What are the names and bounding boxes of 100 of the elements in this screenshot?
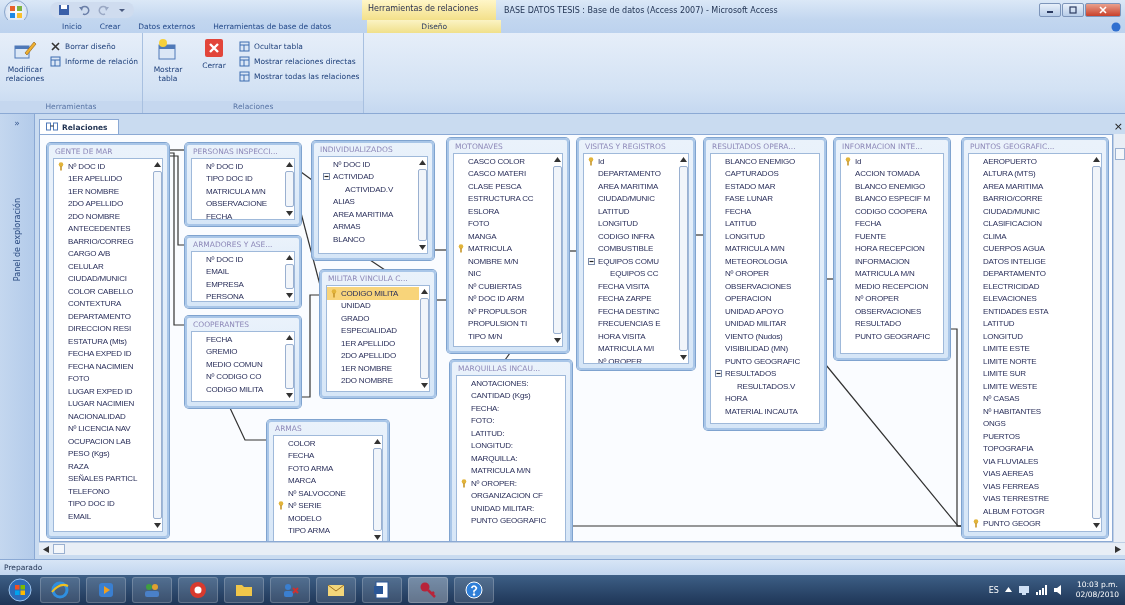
field-row[interactable]: LATITUD bbox=[584, 205, 678, 218]
field-row[interactable]: FASE LUNAR bbox=[711, 192, 819, 205]
scroll-bar[interactable] bbox=[552, 154, 562, 346]
scroll-bar[interactable] bbox=[284, 252, 294, 301]
field-row[interactable]: FOTO bbox=[454, 217, 552, 230]
field-row[interactable]: UNIDAD MILITAR: bbox=[457, 502, 565, 515]
field-row[interactable]: OPERACION bbox=[711, 292, 819, 305]
field-row[interactable]: VIAS FERREAS bbox=[969, 480, 1091, 493]
field-row[interactable]: LONGITUD bbox=[711, 230, 819, 243]
field-row[interactable]: FUENTE bbox=[841, 230, 943, 243]
field-row[interactable]: CODIGO COOPERA bbox=[841, 205, 943, 218]
field-row[interactable]: Nº DOC ID bbox=[192, 253, 284, 266]
scroll-bar[interactable] bbox=[284, 332, 294, 401]
field-row[interactable]: ORGANIZACION CF bbox=[457, 489, 565, 502]
field-row[interactable]: EQUIPOS COMU bbox=[584, 255, 678, 268]
people-icon[interactable] bbox=[132, 577, 172, 603]
field-row[interactable]: DEPARTAMENTO bbox=[54, 310, 152, 323]
field-row[interactable]: 2DO NOMBRE bbox=[327, 374, 419, 387]
field-row[interactable]: GRADO bbox=[327, 312, 419, 325]
field-row[interactable]: HORA VISITA bbox=[584, 330, 678, 343]
field-row[interactable]: MARCA bbox=[274, 474, 372, 487]
field-row[interactable]: ALIAS bbox=[319, 195, 417, 208]
undo-icon[interactable] bbox=[78, 4, 90, 16]
field-row[interactable]: FECHA: bbox=[457, 402, 565, 415]
field-row[interactable]: ESPECIALIDAD bbox=[327, 324, 419, 337]
field-row[interactable]: COLOR CABELLO bbox=[54, 285, 152, 298]
field-row[interactable]: PESO (Kgs) bbox=[54, 447, 152, 460]
field-row[interactable]: TIPO DOC ID bbox=[192, 172, 284, 185]
field-row[interactable]: LONGITUD bbox=[969, 330, 1091, 343]
field-row[interactable]: Nº DOC ID bbox=[54, 160, 152, 173]
field-row[interactable]: Nº CODIGO CO bbox=[192, 370, 284, 383]
field-row[interactable]: LONGITUD: bbox=[457, 439, 565, 452]
field-row[interactable]: RAZA bbox=[54, 460, 152, 473]
caret-icon[interactable] bbox=[1004, 587, 1012, 593]
field-row[interactable]: CLASE PESCA bbox=[454, 180, 552, 193]
field-row[interactable]: CIUDAD/MUNICI bbox=[54, 272, 152, 285]
scroll-bar[interactable] bbox=[678, 154, 688, 363]
field-row[interactable]: CELULAR bbox=[54, 260, 152, 273]
field-row[interactable]: BARRIO/CORREG bbox=[54, 235, 152, 248]
field-row[interactable]: LIMITE SUR bbox=[969, 367, 1091, 380]
field-row[interactable]: PERSONA bbox=[192, 290, 284, 301]
field-row[interactable]: Nº DOC ID bbox=[319, 158, 417, 171]
field-row[interactable]: MATRICULA M/I bbox=[584, 342, 678, 355]
field-row[interactable]: Nº CUBIERTAS bbox=[454, 280, 552, 293]
field-row[interactable]: RESULTADOS.V bbox=[711, 380, 819, 393]
field-row[interactable]: TELEFONO bbox=[54, 485, 152, 498]
field-row[interactable]: METEOROLOGIA bbox=[711, 255, 819, 268]
field-row[interactable]: FOTO: bbox=[457, 414, 565, 427]
field-row[interactable]: LUGAR NACIMIEN bbox=[54, 397, 152, 410]
field-row[interactable]: MATRICULA M/N bbox=[192, 185, 284, 198]
field-row[interactable]: OBSERVACIONES bbox=[841, 305, 943, 318]
field-row[interactable]: 1ER APELLIDO bbox=[327, 337, 419, 350]
field-row[interactable]: CODIGO MILITA bbox=[327, 287, 419, 300]
field-row[interactable]: LATITUD bbox=[711, 217, 819, 230]
relationship-line[interactable] bbox=[229, 407, 268, 441]
field-row[interactable]: CANTIDAD (Kgs) bbox=[457, 389, 565, 402]
field-row[interactable]: AREA MARITIMA bbox=[969, 180, 1091, 193]
field-row[interactable]: CIUDAD/MUNIC bbox=[969, 205, 1091, 218]
field-row[interactable]: MEDIO RECEPCION bbox=[841, 280, 943, 293]
language-indicator[interactable]: ES bbox=[988, 585, 999, 595]
field-row[interactable]: VIAS TERRESTRE bbox=[969, 492, 1091, 505]
close-button[interactable] bbox=[1085, 3, 1121, 17]
field-row[interactable]: OBSERVACIONE bbox=[192, 197, 284, 210]
field-row[interactable]: PROPULSION TI bbox=[454, 317, 552, 330]
field-row[interactable]: PUNTO GEOGRAFIC bbox=[841, 330, 943, 343]
field-row[interactable]: RESULTADO bbox=[841, 317, 943, 330]
field-row[interactable]: ELECTRICIDAD bbox=[969, 280, 1091, 293]
mail-icon[interactable] bbox=[316, 577, 356, 603]
field-row[interactable]: CUERPOS AGUA bbox=[969, 242, 1091, 255]
field-row[interactable]: Nº SERIE bbox=[274, 499, 372, 512]
field-row[interactable]: CAPTURADOS bbox=[711, 167, 819, 180]
field-row[interactable]: PUNTO GEOGR bbox=[969, 517, 1091, 530]
field-row[interactable]: ENTIDADES ESTA bbox=[969, 305, 1091, 318]
field-row[interactable]: ACCION TOMADA bbox=[841, 167, 943, 180]
field-row[interactable]: DIRECCION RESI bbox=[54, 322, 152, 335]
field-row[interactable]: FECHA bbox=[192, 333, 284, 346]
field-row[interactable]: BLANCO ESPECIF M bbox=[841, 192, 943, 205]
field-row[interactable]: LATITUD bbox=[969, 317, 1091, 330]
field-row[interactable]: DEPARTAMENTO bbox=[969, 267, 1091, 280]
field-row[interactable]: 1ER NOMBRE bbox=[327, 362, 419, 375]
field-row[interactable]: CONTEXTURA bbox=[54, 297, 152, 310]
field-row[interactable]: BLANCO ENEMIGO bbox=[711, 155, 819, 168]
field-row[interactable]: AREA MARITIMA bbox=[584, 180, 678, 193]
field-row[interactable]: EMAIL bbox=[54, 510, 152, 523]
field-row[interactable]: Nº OROPER bbox=[711, 267, 819, 280]
field-row[interactable]: FOTO ARMA bbox=[274, 462, 372, 475]
field-row[interactable]: ARMAS bbox=[319, 220, 417, 233]
field-row[interactable]: SEÑALES PARTICL bbox=[54, 472, 152, 485]
field-row[interactable]: CLIMA bbox=[969, 230, 1091, 243]
field-row[interactable]: 1ER NOMBRE bbox=[54, 185, 152, 198]
field-row[interactable]: ESTRUCTURA CC bbox=[454, 192, 552, 205]
field-row[interactable]: ELEVACIONES bbox=[969, 292, 1091, 305]
field-row[interactable]: HORA bbox=[711, 392, 819, 405]
field-row[interactable]: Nº CASAS bbox=[969, 392, 1091, 405]
field-row[interactable]: HORA RECEPCION bbox=[841, 242, 943, 255]
table-window[interactable] bbox=[962, 138, 1108, 538]
field-row[interactable]: BLANCO bbox=[319, 233, 417, 246]
field-row[interactable]: LIMITE ESTE bbox=[969, 342, 1091, 355]
field-row[interactable]: Nº HABITANTES bbox=[969, 405, 1091, 418]
field-row[interactable]: PUNTO GEOGRAFIC bbox=[711, 355, 819, 368]
